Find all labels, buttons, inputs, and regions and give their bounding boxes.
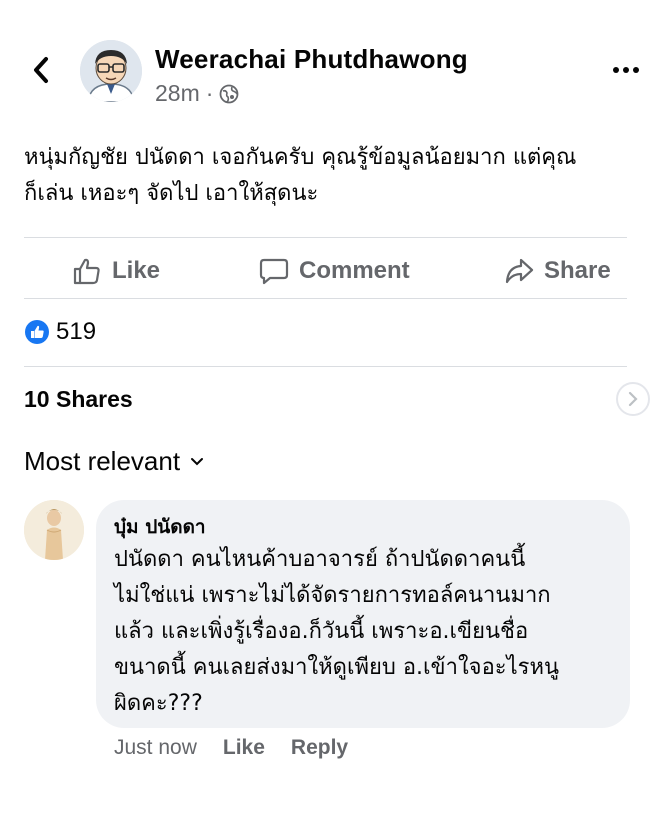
comment-bubble-icon (259, 258, 289, 285)
post-meta: 28m · (155, 80, 239, 107)
like-reaction-icon (25, 320, 49, 344)
comment-label: Comment (299, 257, 410, 284)
meta-separator: · (205, 80, 214, 106)
comment-text-line: ผิดคะ??? (114, 691, 203, 716)
sort-label: Most relevant (24, 446, 181, 476)
more-options-button[interactable] (612, 56, 640, 84)
share-button[interactable]: Share (504, 252, 611, 290)
post-body: หนุ่มกัญชัย ปนัดดา เจอกันครับ คุณรู้ข้อม… (24, 140, 634, 212)
comment-actions: Just now Like Reply (114, 736, 348, 760)
like-button[interactable]: Like (72, 252, 160, 290)
post-author-name[interactable]: Weerachai Phutdhawong (155, 44, 468, 75)
chevron-left-icon (34, 57, 48, 83)
comment-text-line: ไม่ใช่แน่ เพราะไม่ได้จัดรายการทอล์คนานมา… (114, 583, 551, 608)
back-button[interactable] (26, 52, 56, 88)
comment-like-button[interactable]: Like (223, 736, 265, 760)
author-avatar[interactable] (80, 40, 142, 102)
comment-text-line: แล้ว และเพิ่งรู้เรื่องอ.ก็วันนี้ เพราะอ.… (114, 619, 529, 644)
reactions-summary[interactable]: 519 (24, 318, 96, 346)
like-label: Like (112, 257, 161, 284)
chevron-down-icon (191, 457, 204, 465)
post-text-line: ก็เล่น เหอะๆ จัดไป เอาให้สุดนะ (24, 181, 319, 206)
divider (24, 237, 627, 238)
post-text-line: หนุ่มกัญชัย ปนัดดา เจอกันครับ คุณรู้ข้อม… (24, 145, 577, 170)
commenter-avatar[interactable] (24, 500, 84, 560)
comment-text-line: ขนาดนี้ คนเลยส่งมาให้ดูเพียบ อ.เข้าใจอะไ… (114, 655, 560, 680)
post-time[interactable]: 28m (155, 80, 200, 107)
comment-reply-button[interactable]: Reply (291, 736, 348, 760)
comment-sort-dropdown[interactable]: Most relevant (24, 446, 204, 477)
divider (24, 366, 627, 367)
globe-icon (220, 84, 239, 103)
share-label: Share (544, 257, 611, 284)
scroll-right-button[interactable] (616, 382, 650, 416)
shares-count[interactable]: 10 Shares (24, 386, 133, 413)
comment-time: Just now (114, 736, 197, 759)
chevron-right-icon (628, 391, 638, 407)
comment-body: ปนัดดา คนไหนค้าบอาจารย์ ถ้าปนัดดาคนนี้ ไ… (114, 542, 624, 722)
reactions-count: 519 (56, 318, 97, 345)
share-arrow-icon (505, 258, 534, 284)
divider (24, 298, 627, 299)
more-horizontal-icon (613, 67, 639, 73)
comment-text-line: ปนัดดา คนไหนค้าบอาจารย์ ถ้าปนัดดาคนนี้ (114, 547, 526, 572)
commenter-name[interactable]: บุ๋ม ปนัดดา (114, 512, 206, 542)
comment-button[interactable]: Comment (259, 252, 410, 290)
thumbs-up-icon (73, 258, 100, 285)
